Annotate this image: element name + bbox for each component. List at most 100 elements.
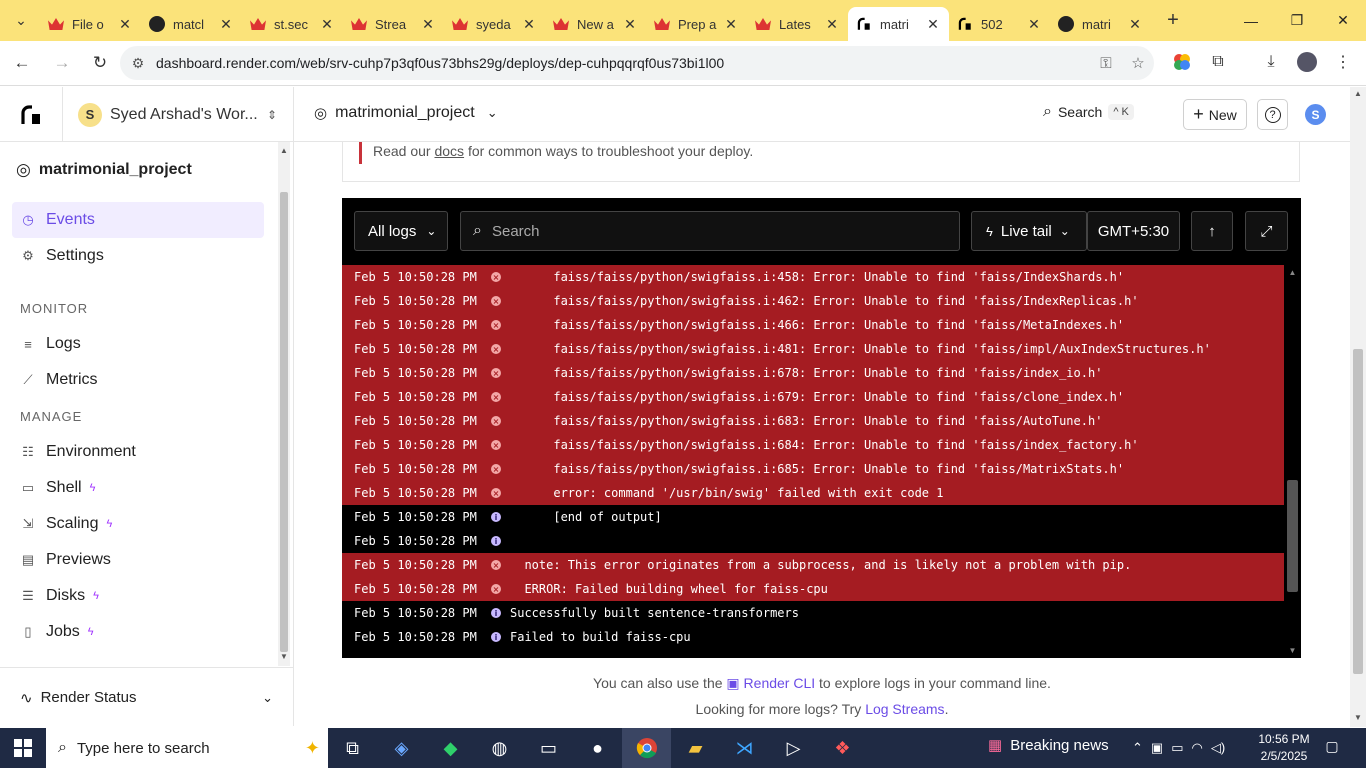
live-tail-button[interactable]: ϟ Live tail ⌄ bbox=[971, 211, 1087, 251]
log-row[interactable]: Feb 5 10:50:28 PM × note: This error orig… bbox=[342, 553, 1284, 577]
sidebar-item-events[interactable]: ◷ Events bbox=[12, 202, 264, 238]
fullscreen-button[interactable]: ⤢ bbox=[1245, 211, 1288, 251]
log-row[interactable]: Feb 5 10:50:28 PM × faiss/faiss/python/sw… bbox=[342, 433, 1284, 457]
log-row[interactable]: Feb 5 10:50:28 PM × faiss/faiss/python/sw… bbox=[342, 361, 1284, 385]
browser-tab[interactable]: matri ✕ bbox=[1050, 7, 1151, 41]
notification-icon[interactable]: ▢ bbox=[1322, 738, 1342, 758]
sidebar-item-scaling[interactable]: ⇲ Scaling ϟ bbox=[12, 506, 264, 542]
sidebar-item-environment[interactable]: ☷ Environment bbox=[12, 434, 264, 470]
close-tab-icon[interactable]: ✕ bbox=[319, 16, 335, 33]
volume-icon[interactable]: ◁) bbox=[1211, 740, 1225, 756]
chrome-icon[interactable] bbox=[622, 728, 671, 768]
log-row[interactable]: Feb 5 10:50:28 PM × faiss/faiss/python/sw… bbox=[342, 457, 1284, 481]
new-button[interactable]: + New bbox=[1183, 99, 1247, 130]
close-tab-icon[interactable]: ✕ bbox=[117, 16, 133, 33]
copilot-icon[interactable]: ◈ bbox=[377, 728, 426, 768]
browser-tab[interactable]: matcl ✕ bbox=[141, 7, 242, 41]
close-tab-icon[interactable]: ✕ bbox=[723, 16, 739, 33]
browser-tab[interactable]: File o ✕ bbox=[40, 7, 141, 41]
log-row[interactable]: Feb 5 10:50:28 PM × faiss/faiss/python/sw… bbox=[342, 289, 1284, 313]
news-widget[interactable]: ▦ Breaking news bbox=[988, 736, 1109, 755]
media-player-icon[interactable]: ▷ bbox=[769, 728, 818, 768]
log-search-input[interactable]: ⌕ Search bbox=[460, 211, 960, 251]
bookmark-star-icon[interactable]: ☆ bbox=[1122, 54, 1154, 72]
terminal-app-icon[interactable]: ▭ bbox=[524, 728, 573, 768]
minimize-icon[interactable]: — bbox=[1228, 0, 1274, 41]
search-button[interactable]: ⌕ Search ^ K bbox=[1043, 103, 1134, 121]
sidebar-scrollbar[interactable]: ▲ ▼ bbox=[278, 142, 290, 666]
back-icon[interactable]: ← bbox=[6, 47, 38, 79]
forward-icon[interactable]: → bbox=[46, 47, 78, 79]
sidebar-item-previews[interactable]: ▤ Previews bbox=[12, 542, 264, 578]
close-tab-icon[interactable]: ✕ bbox=[824, 16, 840, 33]
windows-start-icon[interactable] bbox=[0, 728, 46, 768]
browser-menu-icon[interactable]: ⋮ bbox=[1331, 50, 1355, 74]
render-status[interactable]: ∿ Render Status ⌄ bbox=[0, 667, 293, 727]
log-row[interactable]: Feb 5 10:50:28 PM i [end of output] bbox=[342, 505, 1284, 529]
browser-tab[interactable]: syeda ✕ bbox=[444, 7, 545, 41]
log-scrollbar[interactable]: ▲ ▼ bbox=[1284, 265, 1301, 658]
browser-tab[interactable]: Lates ✕ bbox=[747, 7, 848, 41]
sidebar-item-settings[interactable]: ⚙ Settings bbox=[12, 238, 264, 274]
taskbar-search[interactable]: ⌕ Type here to search ✦ bbox=[46, 728, 328, 768]
log-row[interactable]: Feb 5 10:50:28 PM × faiss/faiss/python/sw… bbox=[342, 409, 1284, 433]
github-desktop-icon[interactable]: ● bbox=[573, 728, 622, 768]
site-info-icon[interactable]: ⚙ bbox=[120, 55, 156, 72]
log-streams-link[interactable]: Log Streams bbox=[865, 701, 944, 717]
sidebar-item-disks[interactable]: ☰ Disks ϟ bbox=[12, 578, 264, 614]
password-key-icon[interactable]: ⚿ bbox=[1090, 55, 1122, 72]
app-globe-icon[interactable]: ◍ bbox=[475, 728, 524, 768]
sidebar-item-metrics[interactable]: ⟋ Metrics bbox=[12, 362, 264, 398]
log-row[interactable]: Feb 5 10:50:28 PM × error: command '/usr/… bbox=[342, 481, 1284, 505]
file-explorer-icon[interactable]: ▰ bbox=[671, 728, 720, 768]
close-tab-icon[interactable]: ✕ bbox=[925, 16, 941, 33]
log-row[interactable]: Feb 5 10:50:28 PM × faiss/faiss/python/sw… bbox=[342, 265, 1284, 289]
extension-color-icon[interactable] bbox=[1170, 50, 1194, 74]
project-selector[interactable]: ◎ matrimonial_project ⌄ bbox=[314, 104, 498, 122]
help-button[interactable]: ? bbox=[1257, 99, 1288, 130]
profile-avatar-icon[interactable] bbox=[1295, 50, 1319, 74]
meet-icon[interactable]: ▣ bbox=[1151, 740, 1163, 756]
log-filter-dropdown[interactable]: All logs ⌄ bbox=[354, 211, 448, 251]
extensions-puzzle-icon[interactable]: ⧉ bbox=[1206, 50, 1230, 74]
close-window-icon[interactable]: ✕ bbox=[1320, 0, 1366, 41]
sidebar-item-logs[interactable]: ≡ Logs bbox=[12, 326, 264, 362]
log-row[interactable]: Feb 5 10:50:28 PM i bbox=[342, 529, 1284, 553]
battery-icon[interactable]: ▭ bbox=[1171, 740, 1183, 756]
browser-tab[interactable]: 502 ✕ bbox=[949, 7, 1050, 41]
sidebar-service[interactable]: ◎ matrimonial_project bbox=[16, 160, 192, 180]
browser-tab[interactable]: New a ✕ bbox=[545, 7, 646, 41]
address-bar[interactable]: ⚙ dashboard.render.com/web/srv-cuhp7p3qf… bbox=[120, 46, 1154, 80]
sidebar-item-jobs[interactable]: ▯ Jobs ϟ bbox=[12, 614, 264, 650]
close-tab-icon[interactable]: ✕ bbox=[521, 16, 537, 33]
wifi-icon[interactable]: ◠ bbox=[1192, 740, 1203, 756]
app-red-icon[interactable]: ❖ bbox=[818, 728, 867, 768]
workspace-selector[interactable]: S Syed Arshad's Wor... ⇕ bbox=[62, 87, 294, 142]
browser-tab[interactable]: Prep a ✕ bbox=[646, 7, 747, 41]
reload-icon[interactable]: ↻ bbox=[84, 47, 116, 79]
sidebar-item-shell[interactable]: ▭ Shell ϟ bbox=[12, 470, 264, 506]
download-icon[interactable]: ⤓ bbox=[1259, 50, 1283, 74]
browser-tab[interactable]: Strea ✕ bbox=[343, 7, 444, 41]
clock[interactable]: 10:56 PM 2/5/2025 bbox=[1256, 731, 1312, 765]
app-green-icon[interactable]: ◆ bbox=[426, 728, 475, 768]
close-tab-icon[interactable]: ✕ bbox=[420, 16, 436, 33]
page-scrollbar[interactable]: ▲ ▼ bbox=[1350, 87, 1366, 727]
url-text[interactable]: dashboard.render.com/web/srv-cuhp7p3qf0u… bbox=[156, 55, 1090, 71]
maximize-icon[interactable]: ❐ bbox=[1274, 0, 1320, 41]
docs-link[interactable]: docs bbox=[434, 143, 464, 159]
chevron-up-icon[interactable]: ⌃ bbox=[1132, 740, 1143, 756]
log-row[interactable]: Feb 5 10:50:28 PM × ERROR: Failed buildin… bbox=[342, 577, 1284, 601]
task-view-icon[interactable]: ⧉ bbox=[328, 728, 377, 768]
browser-tab[interactable]: st.sec ✕ bbox=[242, 7, 343, 41]
close-tab-icon[interactable]: ✕ bbox=[218, 16, 234, 33]
scroll-top-button[interactable]: ↑ bbox=[1191, 211, 1233, 251]
close-tab-icon[interactable]: ✕ bbox=[1026, 16, 1042, 33]
vscode-icon[interactable]: ⋊ bbox=[720, 728, 769, 768]
tab-search-icon[interactable]: ⌄ bbox=[7, 7, 35, 35]
close-tab-icon[interactable]: ✕ bbox=[1127, 16, 1143, 33]
render-cli-link[interactable]: Render CLI bbox=[744, 675, 816, 691]
new-tab-button[interactable]: + bbox=[1159, 7, 1187, 35]
render-logo-icon[interactable] bbox=[20, 104, 42, 126]
user-avatar[interactable]: S bbox=[1305, 104, 1326, 125]
